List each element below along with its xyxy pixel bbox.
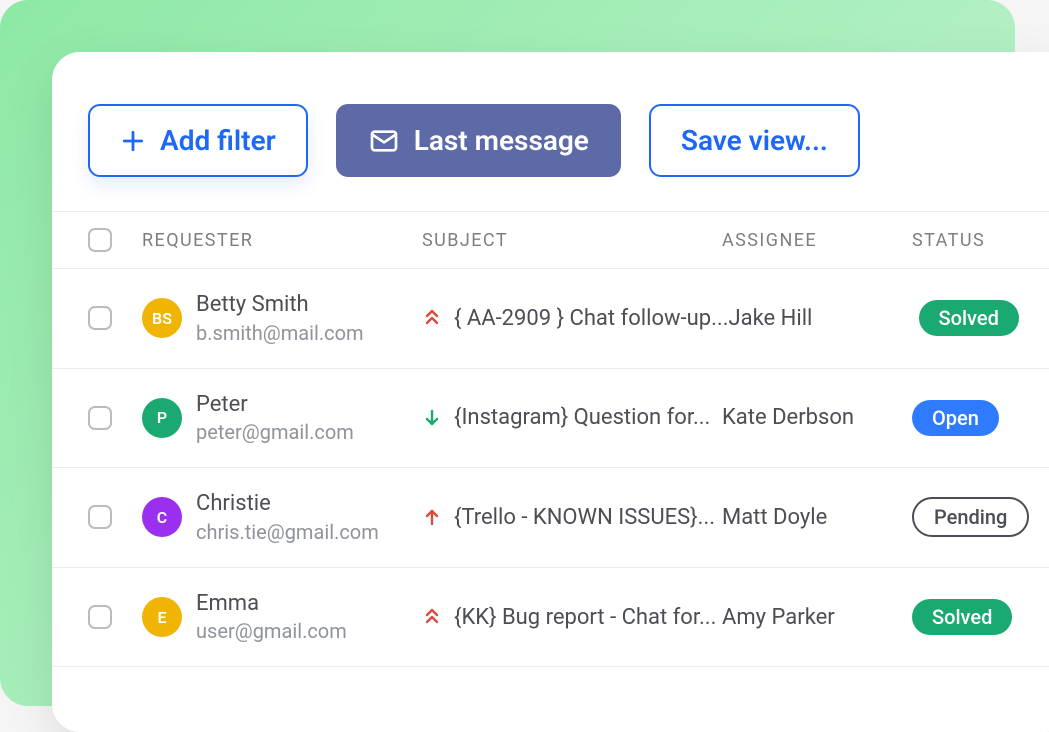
assignee-name: Kate Derbson	[722, 405, 854, 430]
avatar: BS	[142, 298, 182, 338]
requester-name: Emma	[196, 590, 347, 619]
table-header: Requester Subject Assignee Status Last m…	[52, 211, 1049, 269]
table-row[interactable]: C Christiechris.tie@gmail.com {Trello - KN…	[52, 468, 1049, 568]
priority-icon	[422, 308, 442, 328]
table-row[interactable]: BS Betty Smithb.smith@mail.com { AA-2909 }…	[52, 269, 1049, 369]
last-message-button[interactable]: Last message	[336, 104, 621, 177]
priority-icon	[422, 507, 442, 527]
assignee-name: Matt Doyle	[722, 505, 827, 530]
priority-icon	[422, 607, 442, 627]
plus-icon	[120, 128, 146, 154]
row-checkbox[interactable]	[88, 505, 112, 529]
subject-text: {KK} Bug report - Chat for...	[454, 605, 716, 630]
add-filter-label: Add filter	[160, 124, 276, 157]
select-all-checkbox[interactable]	[88, 228, 112, 252]
priority-icon	[422, 408, 442, 428]
subject-text: { AA-2909 } Chat follow-up...	[454, 306, 729, 331]
col-header-status[interactable]: Status	[912, 230, 1049, 251]
col-header-subject[interactable]: Subject	[422, 230, 722, 251]
table-row[interactable]: P Peterpeter@gmail.com {Instagram} Questio…	[52, 369, 1049, 469]
row-checkbox[interactable]	[88, 605, 112, 629]
save-view-button[interactable]: Save view...	[649, 104, 860, 177]
requester-email: user@gmail.com	[196, 618, 347, 644]
status-badge: Solved	[912, 599, 1012, 635]
requester-email: b.smith@mail.com	[196, 320, 364, 346]
mail-icon	[368, 125, 400, 157]
status-badge: Solved	[919, 300, 1019, 336]
avatar: C	[142, 497, 182, 537]
row-checkbox[interactable]	[88, 306, 112, 330]
col-header-assignee[interactable]: Assignee	[722, 230, 912, 251]
requester-name: Peter	[196, 391, 354, 420]
add-filter-button[interactable]: Add filter	[88, 104, 308, 177]
subject-text: {Instagram} Question for...	[454, 405, 710, 430]
assignee-name: Jake Hill	[729, 306, 813, 331]
subject-text: {Trello - KNOWN ISSUES}...	[454, 505, 715, 530]
assignee-name: Amy Parker	[722, 605, 835, 630]
requester-name: Betty Smith	[196, 291, 364, 320]
status-badge: Pending	[912, 497, 1029, 537]
requester-email: chris.tie@gmail.com	[196, 519, 379, 545]
row-checkbox[interactable]	[88, 406, 112, 430]
ticket-list: BS Betty Smithb.smith@mail.com { AA-2909 }…	[52, 269, 1049, 667]
status-badge: Open	[912, 400, 999, 436]
col-header-requester[interactable]: Requester	[142, 230, 422, 251]
table-row[interactable]: E Emmauser@gmail.com {KK} Bug report - Cha…	[52, 568, 1049, 668]
requester-email: peter@gmail.com	[196, 419, 354, 445]
save-view-label: Save view...	[681, 124, 828, 157]
avatar: E	[142, 597, 182, 637]
ticket-panel: Add filter Last message Save view... Req…	[52, 52, 1049, 732]
requester-name: Christie	[196, 490, 379, 519]
avatar: P	[142, 398, 182, 438]
last-message-label: Last message	[414, 124, 589, 157]
toolbar: Add filter Last message Save view...	[52, 52, 1049, 211]
